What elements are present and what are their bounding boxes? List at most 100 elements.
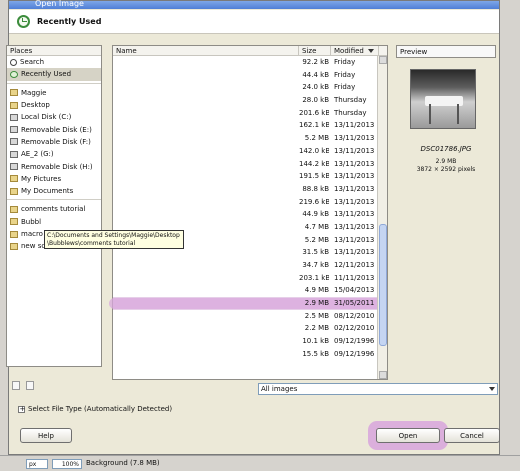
places-item[interactable]: Maggie xyxy=(7,87,101,99)
places-item-label: Removable Disk (H:) xyxy=(21,162,93,171)
file-row[interactable]: life saved .jpg34.7 kB12/11/2013 xyxy=(113,259,379,272)
places-buttons xyxy=(12,381,40,392)
file-row[interactable]: the bet 06.jpg92.2 kBFriday xyxy=(113,56,379,69)
places-item[interactable]: My Pictures xyxy=(7,173,101,185)
add-bookmark-icon[interactable] xyxy=(12,381,20,390)
places-item[interactable]: Desktop xyxy=(7,99,101,111)
places-item[interactable]: Recently Used xyxy=(7,68,101,81)
scroll-up-icon[interactable] xyxy=(379,56,387,64)
recent-icon xyxy=(10,70,18,78)
file-row[interactable]: the rain in spain 786.jpg142.0 kB13/11/2… xyxy=(113,145,379,158)
file-row[interactable]: rubbish dump.jpg28.0 kBThursday xyxy=(113,94,379,107)
file-row[interactable]: zoom none 093.jpg191.5 kB13/11/2013 xyxy=(113,170,379,183)
places-item-label: Desktop xyxy=(21,101,50,110)
expand-icon[interactable] xyxy=(18,405,25,413)
file-size: 2.9 MB xyxy=(304,299,329,308)
file-modified: 11/11/2013 xyxy=(334,273,375,282)
file-row[interactable]: P1060053.JPG2.5 MB08/12/2010 xyxy=(113,310,379,323)
places-item-label: Removable Disk (F:) xyxy=(21,137,91,146)
dialog-titlebar: Open Image xyxy=(9,0,499,9)
places-item[interactable]: Removable Disk (H:) xyxy=(7,160,101,172)
cancel-button[interactable]: Cancel xyxy=(444,428,500,443)
scrollbar-thumb[interactable] xyxy=(379,224,387,346)
tooltip-line-1: C:\Documents and Settings\Maggie\Desktop xyxy=(47,232,180,239)
disk-icon xyxy=(10,126,18,134)
open-button[interactable]: Open xyxy=(376,428,440,443)
file-filter-select[interactable]: All images xyxy=(258,383,498,395)
file-modified: 09/12/1996 xyxy=(334,349,375,358)
file-modified: 13/11/2013 xyxy=(334,222,375,231)
location-title: Recently Used xyxy=(37,17,102,26)
places-item[interactable]: Local Disk (C:) xyxy=(7,111,101,123)
file-modified: 13/11/2013 xyxy=(334,197,375,206)
places-item[interactable]: Bubbl xyxy=(7,216,101,228)
app-right-strip xyxy=(500,0,520,471)
disk-icon xyxy=(10,138,18,146)
column-modified[interactable]: Modified xyxy=(331,46,379,56)
file-row[interactable]: P1110098.JPG5.2 MB13/11/2013 xyxy=(113,132,379,145)
file-modified: 13/11/2013 xyxy=(334,134,375,143)
file-list-scrollbar[interactable] xyxy=(377,56,387,379)
preview-thumbnail xyxy=(410,69,476,129)
file-row[interactable]: strategy.jpg44.4 kBFriday xyxy=(113,69,379,82)
column-size[interactable]: Size xyxy=(299,46,331,56)
places-item[interactable]: Search xyxy=(7,56,101,68)
zoom-select[interactable]: 100% xyxy=(52,459,82,469)
file-row[interactable]: DSC01786.JPG2.9 MB31/05/2011 xyxy=(109,297,385,310)
file-row[interactable]: BLONDY05.WMF15.5 kB09/12/1996 xyxy=(113,348,379,361)
preview-size: 2.9 MB xyxy=(435,158,457,165)
file-row[interactable]: zoom 096.jpg219.6 kB13/11/2013 xyxy=(113,196,379,209)
file-size: 24.0 kB xyxy=(302,83,329,92)
search-icon xyxy=(10,58,17,66)
file-row[interactable]: our car 673.jpg201.6 kBThursday xyxy=(113,107,379,120)
chevron-down-icon[interactable] xyxy=(487,385,496,393)
places-item[interactable]: Removable Disk (F:) xyxy=(7,136,101,148)
thumbnail-leg xyxy=(457,104,459,124)
file-size: 2.5 MB xyxy=(304,311,329,320)
file-modified: 13/11/2013 xyxy=(334,210,375,219)
file-row[interactable]: BLONDY13.WMF10.1 kB09/12/1996 xyxy=(113,335,379,348)
column-name[interactable]: Name xyxy=(113,46,299,56)
preview-panel: DSC01786.JPG 2.9 MB 3872 × 2592 pixels xyxy=(396,60,496,380)
file-size: 4.9 MB xyxy=(304,286,329,295)
file-size: 15.5 kB xyxy=(302,349,329,358)
file-row[interactable]: P1070673.JPG4.9 MB15/04/2013 xyxy=(113,284,379,297)
file-row[interactable]: DSC00978.JPG2.2 MB02/12/2010 xyxy=(113,322,379,335)
help-button[interactable]: Help xyxy=(20,428,72,443)
file-size: 44.4 kB xyxy=(302,70,329,79)
file-row[interactable]: coffee with George 978.jpg144.2 kB13/11/… xyxy=(113,158,379,171)
tooltip-line-2: \Bubblews\comments tutorial xyxy=(47,240,136,247)
places-item[interactable]: Removable Disk (E:) xyxy=(7,123,101,135)
file-modified: 31/05/2011 xyxy=(334,299,375,308)
file-row[interactable]: dump for sale.jpg44.9 kB13/11/2013 xyxy=(113,208,379,221)
file-modified: 08/12/2010 xyxy=(334,311,375,320)
file-modified: 09/12/1996 xyxy=(334,337,375,346)
places-item[interactable]: My Documents xyxy=(7,185,101,197)
preview-filename: DSC01786.JPG xyxy=(420,145,472,153)
file-row[interactable]: window gismos 098.jpg162.1 kB13/11/2013 xyxy=(113,119,379,132)
places-panel: Places Search Recently Used Maggie Desktop L… xyxy=(6,45,102,367)
places-item[interactable]: AE_2 (G:) xyxy=(7,148,101,160)
remove-bookmark-icon[interactable] xyxy=(26,381,34,390)
scroll-down-icon[interactable] xyxy=(379,371,387,379)
file-modified: Friday xyxy=(334,70,356,79)
folder-icon xyxy=(10,187,18,195)
preview-button[interactable]: Preview xyxy=(396,45,496,58)
file-modified: 13/11/2013 xyxy=(334,235,375,244)
places-item-label: Search xyxy=(20,58,45,67)
file-size: 2.2 MB xyxy=(304,324,329,333)
file-row[interactable]: the rain in spain .jpg24.0 kBFriday xyxy=(113,81,379,94)
places-item[interactable]: comments tutorial xyxy=(7,203,101,215)
disk-icon xyxy=(10,150,18,158)
file-row[interactable]: Room 021.JPG203.1 kB11/11/2013 xyxy=(113,272,379,285)
places-item-label: Recently Used xyxy=(21,70,72,79)
unit-select[interactable]: px xyxy=(26,459,48,469)
file-size: 144.2 kB xyxy=(299,159,329,168)
places-item-label: Removable Disk (E:) xyxy=(21,125,92,134)
folder-icon xyxy=(10,101,18,109)
file-row[interactable]: zoom gimp.jpg88.8 kB13/11/2013 xyxy=(113,183,379,196)
select-file-type-expander[interactable]: Select File Type (Automatically Detected… xyxy=(18,405,172,413)
file-modified: 02/12/2010 xyxy=(334,324,375,333)
places-separator xyxy=(7,197,101,201)
file-size: 28.0 kB xyxy=(302,96,329,105)
